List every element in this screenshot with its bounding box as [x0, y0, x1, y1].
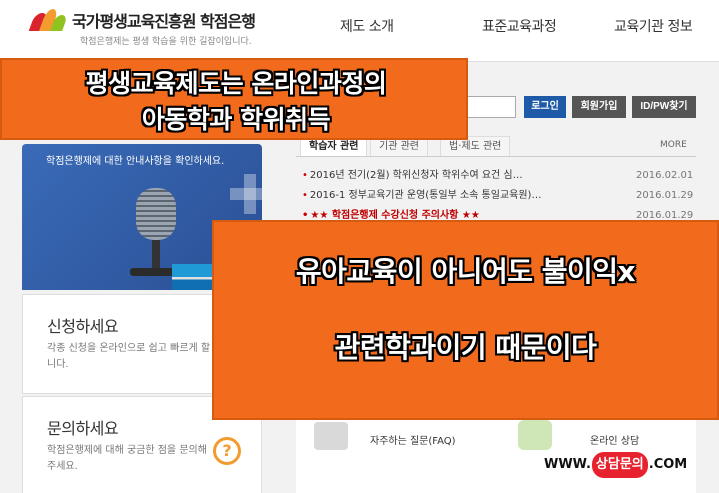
- join-button[interactable]: 회원가입: [572, 96, 626, 118]
- watermark: WWW. 상담문의 .COM: [544, 452, 710, 478]
- watermark-prefix: WWW.: [544, 457, 591, 472]
- question-icon: ?: [213, 437, 241, 465]
- news-board: 학습자 관련 기관 관련 법·제도 관련 MORE • 2016년 전기(2월) …: [296, 136, 696, 226]
- news-divider: [296, 156, 696, 157]
- site-logo[interactable]: 국가평생교육진흥원 학점은행: [28, 8, 256, 32]
- inquiry-card-desc: 학점은행제에 대해 궁금한 점을 문의해주세요.: [47, 445, 207, 472]
- plant-icon[interactable]: [518, 420, 552, 450]
- nav-standard-curriculum[interactable]: 표준교육과정: [482, 16, 557, 36]
- login-area: 로그인 회원가입 ID/PW찾기: [440, 96, 719, 120]
- logo-subtitle: 학점은행제는 평생 학습을 위한 길잡이입니다.: [80, 37, 252, 47]
- bullet-icon: •: [302, 170, 308, 181]
- overlay-banner-bottom: 유아교육이 아니어도 불이익x 관련학과이기 때문이다: [212, 220, 719, 420]
- site-header: 국가평생교육진흥원 학점은행 학점은행제는 평생 학습을 위한 길잡이입니다. …: [0, 0, 719, 62]
- microphone-icon: [136, 188, 176, 240]
- nav-system-intro[interactable]: 제도 소개: [340, 16, 394, 36]
- more-link[interactable]: MORE: [660, 140, 687, 150]
- find-id-pw-button[interactable]: ID/PW찾기: [632, 96, 696, 118]
- news-item-date: 2016.02.01: [636, 170, 694, 181]
- faq-icon[interactable]: [314, 422, 348, 450]
- inquiry-card-title: 문의하세요: [47, 419, 119, 438]
- banner-top-line2: 아동학과 학위취득: [141, 105, 331, 134]
- hero-text: 학점은행제에 대한 안내사항을 확인하세요.: [46, 156, 225, 167]
- faq-link[interactable]: 자주하는 질문(FAQ): [370, 432, 456, 447]
- bullet-icon: •: [302, 190, 308, 201]
- plus-icon-bar: [230, 188, 262, 200]
- microphone-stand: [152, 240, 160, 270]
- login-button[interactable]: 로그인: [524, 96, 566, 118]
- news-item[interactable]: • 2016-1 정부교육기관 운영(통일부 소속 통일교육원)… 2016.01…: [296, 188, 696, 204]
- banner-bottom-line1: 유아교육이 아니어도 불이익x: [295, 255, 636, 288]
- nav-institution-info[interactable]: 교육기관 정보: [614, 16, 693, 36]
- banner-top-line1: 평생교육제도는 온라인과정의: [85, 69, 387, 98]
- apply-card-title: 신청하세요: [47, 317, 119, 336]
- news-item-title: 2016-1 정부교육기관 운영(통일부 소속 통일교육원)…: [309, 190, 542, 201]
- overlay-banner-top: 평생교육제도는 온라인과정의 아동학과 학위취득: [0, 58, 468, 140]
- logo-mark-icon: [28, 9, 68, 31]
- news-item-date: 2016.01.29: [636, 190, 694, 201]
- online-counsel-link[interactable]: 온라인 상담: [590, 432, 639, 447]
- watermark-pill: 상담문의: [591, 452, 648, 478]
- logo-text: 국가평생교육진흥원 학점은행: [72, 12, 256, 31]
- news-item[interactable]: • 2016년 전기(2월) 학위신청자 학위수여 요건 심… 2016.02.0…: [296, 168, 696, 184]
- news-item-title: 2016년 전기(2월) 학위신청자 학위수여 요건 심…: [309, 170, 523, 181]
- watermark-suffix: .COM: [648, 457, 688, 472]
- banner-bottom-line2: 관련학과이기 때문이다: [334, 331, 597, 364]
